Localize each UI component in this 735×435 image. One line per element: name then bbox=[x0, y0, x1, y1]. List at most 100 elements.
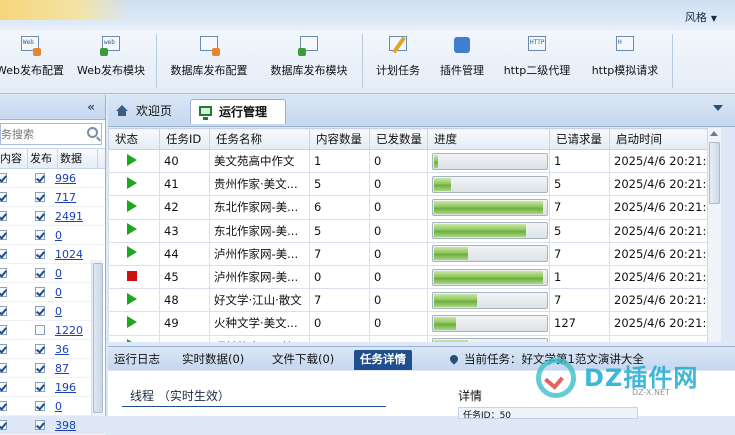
grid-scroll-thumb[interactable] bbox=[709, 142, 720, 204]
search-icon[interactable] bbox=[87, 127, 98, 138]
task-search-input[interactable] bbox=[1, 124, 87, 144]
content-checkbox[interactable] bbox=[0, 325, 7, 335]
data-count-link[interactable]: 996 bbox=[55, 172, 76, 185]
table-row[interactable]: 50晒前故事365柱... 2025/4/6 20:21:... bbox=[108, 334, 720, 342]
db-module-button[interactable]: 数据库发布模块 bbox=[264, 34, 354, 88]
data-count-link[interactable]: 0 bbox=[55, 305, 62, 318]
table-row[interactable]: 45 泸州作家网-美... 0 0 1 2025/4/6 20:21:... bbox=[108, 264, 720, 290]
table-row[interactable]: 44 泸州作家网-美... 7 0 7 2025/4/6 20:21:... bbox=[108, 241, 720, 266]
tab-run-log[interactable]: 运行日志 bbox=[108, 350, 166, 370]
col-content[interactable]: 内容 bbox=[0, 149, 28, 168]
data-count-link[interactable]: 0 bbox=[55, 267, 62, 280]
data-count-link[interactable]: 2491 bbox=[55, 210, 83, 223]
data-count-link[interactable]: 0 bbox=[55, 400, 62, 413]
status-cell[interactable] bbox=[108, 172, 160, 197]
publish-checkbox[interactable] bbox=[35, 382, 45, 392]
left-row[interactable]: 717 bbox=[0, 188, 105, 207]
tab-run-management[interactable]: 运行管理 bbox=[190, 99, 286, 124]
left-row[interactable]: 0 bbox=[0, 283, 105, 302]
content-checkbox[interactable] bbox=[0, 268, 7, 278]
left-scrollbar[interactable] bbox=[91, 260, 103, 416]
tab-list-dropdown-icon[interactable] bbox=[713, 105, 723, 111]
content-checkbox[interactable] bbox=[0, 249, 7, 259]
publish-checkbox[interactable] bbox=[35, 306, 45, 316]
content-checkbox[interactable] bbox=[0, 230, 7, 240]
data-count-link[interactable]: 196 bbox=[55, 381, 76, 394]
plugin-button[interactable]: 插件管理 bbox=[434, 34, 490, 88]
content-checkbox[interactable] bbox=[0, 401, 7, 411]
table-row[interactable]: 49 火种文学·美文... 0 0 127 2025/4/6 20:21:... bbox=[108, 311, 720, 336]
data-count-link[interactable]: 36 bbox=[55, 343, 69, 356]
col-publish[interactable]: 发布 bbox=[28, 149, 58, 168]
play-icon[interactable] bbox=[127, 176, 137, 189]
left-row[interactable]: 0 bbox=[0, 264, 105, 283]
publish-checkbox[interactable] bbox=[35, 268, 45, 278]
grid-col-header[interactable]: 已请求量 bbox=[549, 128, 610, 150]
grid-col-header[interactable]: 状态 bbox=[108, 128, 160, 150]
grid-col-header[interactable]: 已发数量 bbox=[369, 128, 428, 150]
status-cell[interactable] bbox=[108, 311, 160, 336]
data-count-link[interactable]: 0 bbox=[55, 229, 62, 242]
stop-icon[interactable] bbox=[127, 271, 137, 282]
style-menu-button[interactable]: 风格 ▼ bbox=[685, 9, 717, 25]
play-icon[interactable] bbox=[127, 339, 137, 342]
grid-col-header[interactable]: 启动时间 bbox=[609, 128, 720, 150]
publish-checkbox[interactable] bbox=[35, 420, 45, 430]
left-row[interactable]: 0 bbox=[0, 397, 105, 416]
data-count-link[interactable]: 0 bbox=[55, 286, 62, 299]
status-cell[interactable] bbox=[108, 264, 160, 290]
content-checkbox[interactable] bbox=[0, 382, 7, 392]
play-icon[interactable] bbox=[127, 223, 137, 236]
content-checkbox[interactable] bbox=[0, 287, 7, 297]
status-cell[interactable] bbox=[108, 218, 160, 243]
left-row[interactable]: 996 bbox=[0, 169, 105, 188]
tab-realtime-data[interactable]: 实时数据(0) bbox=[176, 350, 250, 370]
publish-checkbox[interactable] bbox=[35, 173, 45, 183]
web-module-button[interactable]: web Web发布模块 bbox=[74, 34, 148, 88]
publish-checkbox[interactable] bbox=[35, 230, 45, 240]
collapse-icon[interactable]: « bbox=[87, 100, 95, 114]
tab-task-detail[interactable]: 任务详情 bbox=[354, 350, 412, 370]
data-count-link[interactable]: 1220 bbox=[55, 324, 83, 337]
http-proxy-button[interactable]: HTTP http二级代理 bbox=[498, 34, 576, 88]
table-row[interactable]: 43 东北作家网-美... 5 0 5 2025/4/6 20:21:... bbox=[108, 218, 720, 243]
tab-welcome[interactable]: 欢迎页 bbox=[108, 99, 188, 124]
play-icon[interactable] bbox=[127, 292, 137, 305]
data-count-link[interactable]: 87 bbox=[55, 362, 69, 375]
status-cell[interactable] bbox=[108, 288, 160, 313]
table-row[interactable]: 48 好文学·江山·散文 7 0 7 2025/4/6 20:21:... bbox=[108, 288, 720, 313]
publish-checkbox[interactable] bbox=[35, 401, 45, 411]
table-row[interactable]: 40 美文苑高中作文 1 0 1 2025/4/6 20:21:... bbox=[108, 148, 720, 174]
left-row[interactable]: 36 bbox=[0, 340, 105, 359]
data-count-link[interactable]: 1024 bbox=[55, 248, 83, 261]
data-count-link[interactable]: 398 bbox=[55, 419, 76, 432]
grid-col-header[interactable]: 任务名称 bbox=[209, 128, 310, 150]
left-scroll-thumb[interactable] bbox=[93, 263, 103, 413]
db-config-button[interactable]: 数据库发布配置 bbox=[164, 34, 254, 88]
content-checkbox[interactable] bbox=[0, 211, 7, 221]
play-icon[interactable] bbox=[127, 315, 137, 328]
content-checkbox[interactable] bbox=[0, 420, 7, 430]
content-checkbox[interactable] bbox=[0, 192, 7, 202]
publish-checkbox[interactable] bbox=[35, 211, 45, 221]
left-row[interactable]: 196 bbox=[0, 378, 105, 397]
web-config-button[interactable]: Web Web发布配置 bbox=[0, 34, 66, 88]
left-row[interactable]: 87 bbox=[0, 359, 105, 378]
publish-checkbox[interactable] bbox=[35, 363, 45, 373]
status-cell[interactable] bbox=[108, 334, 160, 342]
col-data[interactable]: 数据 bbox=[58, 149, 98, 168]
publish-checkbox[interactable] bbox=[35, 192, 45, 202]
play-icon[interactable] bbox=[127, 199, 137, 212]
publish-checkbox[interactable] bbox=[35, 344, 45, 354]
left-row[interactable]: 1024 bbox=[0, 245, 105, 264]
publish-checkbox[interactable] bbox=[35, 287, 45, 297]
content-checkbox[interactable] bbox=[0, 173, 7, 183]
grid-col-header[interactable]: 进度 bbox=[427, 128, 550, 150]
tab-file-download[interactable]: 文件下载(0) bbox=[266, 350, 340, 370]
data-count-link[interactable]: 717 bbox=[55, 191, 76, 204]
http-request-button[interactable]: H http模拟请求 bbox=[584, 34, 666, 88]
content-checkbox[interactable] bbox=[0, 306, 7, 316]
status-cell[interactable] bbox=[108, 241, 160, 266]
publish-checkbox[interactable] bbox=[35, 325, 45, 335]
left-row[interactable]: 1220 bbox=[0, 321, 105, 340]
